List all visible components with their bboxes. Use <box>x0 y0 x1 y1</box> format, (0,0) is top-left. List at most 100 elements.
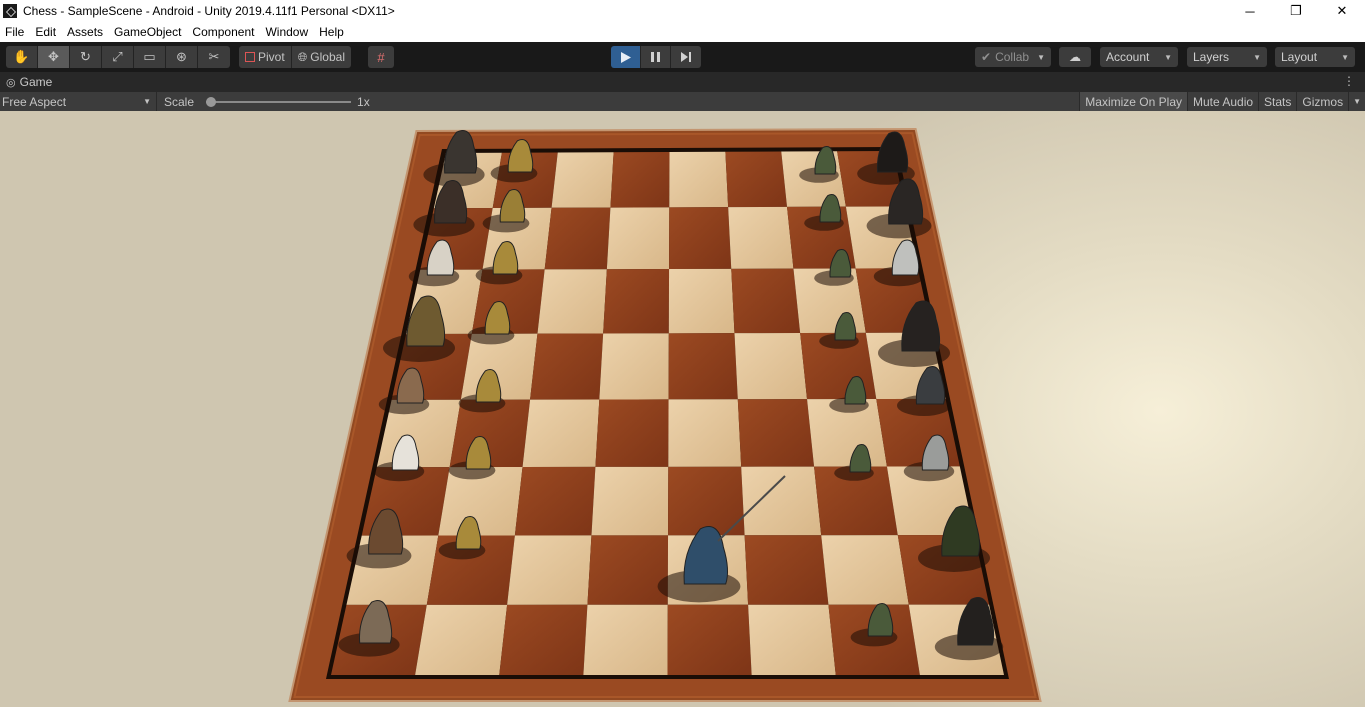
board-square <box>583 604 668 675</box>
board-square <box>530 333 604 400</box>
step-icon <box>680 52 691 62</box>
board-square <box>667 604 752 675</box>
board-square <box>734 332 808 400</box>
unity-logo-icon <box>3 4 17 18</box>
custom-tool-icon[interactable]: ✂ <box>198 46 230 68</box>
layers-label: Layers <box>1193 50 1230 64</box>
board-square <box>821 535 909 605</box>
menu-gameobject[interactable]: GameObject <box>109 22 187 42</box>
play-button[interactable] <box>611 46 641 68</box>
chevron-down-icon[interactable]: ▼ <box>1348 92 1365 111</box>
stats-toggle[interactable]: Stats <box>1258 92 1297 111</box>
menu-help[interactable]: Help <box>314 22 350 42</box>
scale-slider[interactable] <box>206 96 352 107</box>
gamepad-icon: ◎ <box>6 76 16 89</box>
scale-slider-handle[interactable] <box>206 96 217 107</box>
board-square <box>499 604 588 675</box>
tab-game-label: Game <box>19 75 53 89</box>
check-circle-icon: ✔ <box>981 50 992 64</box>
layout-dropdown[interactable]: Layout ▼ <box>1275 47 1355 67</box>
transform-tool-icon[interactable]: ⊛ <box>166 46 198 68</box>
rect-tool-icon[interactable]: ▭ <box>134 46 166 68</box>
board-square <box>514 466 596 536</box>
menu-window[interactable]: Window <box>260 22 314 42</box>
minimize-button[interactable]: ─ <box>1227 0 1273 22</box>
pause-icon <box>651 52 660 62</box>
pivot-toggle[interactable]: Pivot <box>239 46 292 68</box>
aspect-dropdown[interactable]: Free Aspect ▼ <box>0 92 157 111</box>
global-toggle[interactable]: 🌐︎ Global <box>291 46 351 68</box>
account-label: Account <box>1106 50 1150 64</box>
board-square <box>591 466 669 536</box>
aspect-label: Free Aspect <box>2 94 67 109</box>
board-square <box>537 269 607 334</box>
pause-button[interactable] <box>641 46 671 68</box>
chevron-down-icon: ▼ <box>1164 52 1172 62</box>
gizmos-toggle[interactable]: Gizmos <box>1296 92 1349 111</box>
scale-value: 1x <box>357 94 370 109</box>
menu-assets[interactable]: Assets <box>62 22 109 42</box>
pivot-icon <box>245 52 255 62</box>
board-square <box>599 333 669 400</box>
layers-dropdown[interactable]: Layers ▼ <box>1187 47 1267 67</box>
board-square <box>725 151 788 208</box>
game-view-render[interactable] <box>0 111 1365 707</box>
menu-file[interactable]: File <box>0 22 30 42</box>
playback-controls <box>611 46 701 68</box>
chevron-down-icon: ▼ <box>1341 52 1349 62</box>
game-view-controls: Free Aspect ▼ Scale 1x Maximize On Play … <box>0 92 1365 111</box>
game-tab-bar: ◎ Game ⋮ <box>0 72 1365 92</box>
grid-snap-icon[interactable]: # <box>368 46 394 68</box>
board-square <box>544 207 611 270</box>
global-label: Global <box>310 50 345 64</box>
board-square <box>507 535 592 605</box>
step-button[interactable] <box>671 46 701 68</box>
menu-edit[interactable]: Edit <box>30 22 62 42</box>
restore-button[interactable]: ❐ <box>1273 0 1319 22</box>
cloud-icon: ☁ <box>1069 50 1081 64</box>
scale-tool-icon[interactable]: ⤢ <box>102 46 134 68</box>
menu-bar: File Edit Assets GameObject Component Wi… <box>0 22 1365 42</box>
scale-label: Scale <box>164 94 195 109</box>
menu-component[interactable]: Component <box>187 22 260 42</box>
transform-tools: ✋ ✥ ↻ ⤢ ▭ ⊛ ✂ <box>6 46 230 68</box>
collab-dropdown[interactable]: ✔ Collab ▼ <box>975 47 1051 67</box>
mute-audio-toggle[interactable]: Mute Audio <box>1187 92 1259 111</box>
tab-game[interactable]: ◎ Game <box>0 72 52 92</box>
chevron-down-icon: ▼ <box>1253 52 1261 62</box>
board-square <box>610 152 670 208</box>
account-dropdown[interactable]: Account ▼ <box>1100 47 1178 67</box>
scale-control: Scale 1x <box>164 92 370 111</box>
chess-scene <box>288 127 1042 702</box>
board-square <box>728 206 794 269</box>
board-square <box>744 535 829 605</box>
window-titlebar: Chess - SampleScene - Android - Unity 20… <box>0 0 1365 22</box>
layout-label: Layout <box>1281 50 1318 64</box>
play-icon <box>620 51 631 63</box>
board-square <box>748 604 836 675</box>
board-square <box>669 151 729 208</box>
board-square <box>522 399 600 468</box>
board-square <box>551 152 614 208</box>
move-tool-icon[interactable]: ✥ <box>38 46 70 68</box>
maximize-on-play-toggle[interactable]: Maximize On Play <box>1079 92 1187 111</box>
window-controls: ─ ❐ ✕ <box>1227 0 1365 22</box>
board-square <box>595 399 669 467</box>
main-toolbar: ✋ ✥ ↻ ⤢ ▭ ⊛ ✂ Pivot 🌐︎ Global # ✔ Collab <box>0 42 1365 72</box>
globe-icon: 🌐︎ <box>297 49 308 64</box>
collab-label: Collab <box>995 50 1030 64</box>
board-square <box>737 399 815 467</box>
tab-menu-icon[interactable]: ⋮ <box>1343 74 1355 88</box>
rotate-tool-icon[interactable]: ↻ <box>70 46 102 68</box>
chevron-down-icon: ▼ <box>143 97 151 106</box>
board-square <box>603 269 670 334</box>
board-square <box>415 604 508 675</box>
board-square <box>668 333 738 400</box>
window-title: Chess - SampleScene - Android - Unity 20… <box>23 4 395 18</box>
board-square <box>668 399 742 467</box>
hand-tool-icon[interactable]: ✋ <box>6 46 38 68</box>
grid-snap: # <box>368 46 394 68</box>
close-button[interactable]: ✕ <box>1319 0 1365 22</box>
pivot-label: Pivot <box>258 50 285 64</box>
cloud-button[interactable]: ☁ <box>1059 47 1091 67</box>
